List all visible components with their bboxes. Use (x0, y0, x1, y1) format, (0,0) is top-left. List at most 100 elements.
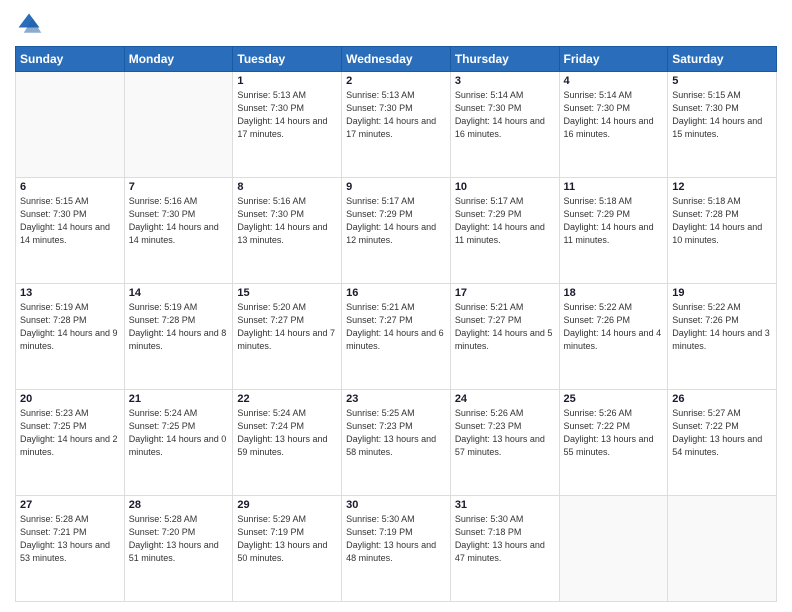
day-info: Sunrise: 5:15 AMSunset: 7:30 PMDaylight:… (672, 89, 772, 141)
calendar-cell: 23 Sunrise: 5:25 AMSunset: 7:23 PMDayligh… (342, 390, 451, 496)
day-number: 14 (129, 287, 229, 299)
calendar-week-row: 20 Sunrise: 5:23 AMSunset: 7:25 PMDayligh… (16, 390, 777, 496)
weekday-header-tuesday: Tuesday (233, 47, 342, 72)
day-info: Sunrise: 5:13 AMSunset: 7:30 PMDaylight:… (237, 89, 337, 141)
day-number: 26 (672, 393, 772, 405)
calendar-cell: 1 Sunrise: 5:13 AMSunset: 7:30 PMDaylight… (233, 72, 342, 178)
day-number: 17 (455, 287, 555, 299)
day-info: Sunrise: 5:16 AMSunset: 7:30 PMDaylight:… (129, 195, 229, 247)
day-number: 1 (237, 75, 337, 87)
day-number: 13 (20, 287, 120, 299)
day-info: Sunrise: 5:18 AMSunset: 7:29 PMDaylight:… (564, 195, 664, 247)
day-info: Sunrise: 5:16 AMSunset: 7:30 PMDaylight:… (237, 195, 337, 247)
day-info: Sunrise: 5:23 AMSunset: 7:25 PMDaylight:… (20, 407, 120, 459)
page: SundayMondayTuesdayWednesdayThursdayFrid… (0, 0, 792, 612)
weekday-header-thursday: Thursday (450, 47, 559, 72)
day-info: Sunrise: 5:24 AMSunset: 7:25 PMDaylight:… (129, 407, 229, 459)
day-info: Sunrise: 5:25 AMSunset: 7:23 PMDaylight:… (346, 407, 446, 459)
calendar-cell: 26 Sunrise: 5:27 AMSunset: 7:22 PMDayligh… (668, 390, 777, 496)
day-number: 10 (455, 181, 555, 193)
calendar-cell: 14 Sunrise: 5:19 AMSunset: 7:28 PMDayligh… (124, 284, 233, 390)
day-number: 20 (20, 393, 120, 405)
calendar-cell: 29 Sunrise: 5:29 AMSunset: 7:19 PMDayligh… (233, 496, 342, 602)
calendar-cell: 31 Sunrise: 5:30 AMSunset: 7:18 PMDayligh… (450, 496, 559, 602)
calendar-cell: 15 Sunrise: 5:20 AMSunset: 7:27 PMDayligh… (233, 284, 342, 390)
day-number: 15 (237, 287, 337, 299)
day-number: 29 (237, 499, 337, 511)
calendar-cell: 11 Sunrise: 5:18 AMSunset: 7:29 PMDayligh… (559, 178, 668, 284)
calendar-cell: 25 Sunrise: 5:26 AMSunset: 7:22 PMDayligh… (559, 390, 668, 496)
day-info: Sunrise: 5:30 AMSunset: 7:18 PMDaylight:… (455, 513, 555, 565)
calendar-table: SundayMondayTuesdayWednesdayThursdayFrid… (15, 46, 777, 602)
header (15, 10, 777, 38)
day-number: 5 (672, 75, 772, 87)
day-info: Sunrise: 5:28 AMSunset: 7:21 PMDaylight:… (20, 513, 120, 565)
calendar-week-row: 13 Sunrise: 5:19 AMSunset: 7:28 PMDayligh… (16, 284, 777, 390)
calendar-week-row: 6 Sunrise: 5:15 AMSunset: 7:30 PMDaylight… (16, 178, 777, 284)
day-info: Sunrise: 5:20 AMSunset: 7:27 PMDaylight:… (237, 301, 337, 353)
day-info: Sunrise: 5:15 AMSunset: 7:30 PMDaylight:… (20, 195, 120, 247)
weekday-header-wednesday: Wednesday (342, 47, 451, 72)
day-info: Sunrise: 5:24 AMSunset: 7:24 PMDaylight:… (237, 407, 337, 459)
day-number: 30 (346, 499, 446, 511)
calendar-cell: 6 Sunrise: 5:15 AMSunset: 7:30 PMDaylight… (16, 178, 125, 284)
day-info: Sunrise: 5:17 AMSunset: 7:29 PMDaylight:… (455, 195, 555, 247)
weekday-header-saturday: Saturday (668, 47, 777, 72)
day-number: 19 (672, 287, 772, 299)
calendar-cell (124, 72, 233, 178)
calendar-cell: 9Sunrise: 5:17 AMSunset: 7:29 PMDaylight… (342, 178, 451, 284)
logo (15, 10, 47, 38)
day-number: 31 (455, 499, 555, 511)
day-info: Sunrise: 5:26 AMSunset: 7:23 PMDaylight:… (455, 407, 555, 459)
day-number: 6 (20, 181, 120, 193)
weekday-header-friday: Friday (559, 47, 668, 72)
calendar-cell: 12Sunrise: 5:18 AMSunset: 7:28 PMDayligh… (668, 178, 777, 284)
day-number: 8 (237, 181, 337, 193)
calendar-cell: 16Sunrise: 5:21 AMSunset: 7:27 PMDayligh… (342, 284, 451, 390)
weekday-header-row: SundayMondayTuesdayWednesdayThursdayFrid… (16, 47, 777, 72)
day-info: Sunrise: 5:28 AMSunset: 7:20 PMDaylight:… (129, 513, 229, 565)
day-number: 28 (129, 499, 229, 511)
day-info: Sunrise: 5:30 AMSunset: 7:19 PMDaylight:… (346, 513, 446, 565)
day-number: 7 (129, 181, 229, 193)
calendar-cell: 19Sunrise: 5:22 AMSunset: 7:26 PMDayligh… (668, 284, 777, 390)
calendar-cell: 2 Sunrise: 5:13 AMSunset: 7:30 PMDaylight… (342, 72, 451, 178)
calendar-cell: 13 Sunrise: 5:19 AMSunset: 7:28 PMDayligh… (16, 284, 125, 390)
calendar-cell (16, 72, 125, 178)
day-info: Sunrise: 5:22 AMSunset: 7:26 PMDaylight:… (564, 301, 664, 353)
day-info: Sunrise: 5:18 AMSunset: 7:28 PMDaylight:… (672, 195, 772, 247)
calendar-cell: 30 Sunrise: 5:30 AMSunset: 7:19 PMDayligh… (342, 496, 451, 602)
day-number: 11 (564, 181, 664, 193)
calendar-cell: 18Sunrise: 5:22 AMSunset: 7:26 PMDayligh… (559, 284, 668, 390)
day-info: Sunrise: 5:19 AMSunset: 7:28 PMDaylight:… (20, 301, 120, 353)
calendar-cell: 22Sunrise: 5:24 AMSunset: 7:24 PMDayligh… (233, 390, 342, 496)
day-number: 4 (564, 75, 664, 87)
day-number: 25 (564, 393, 664, 405)
calendar-cell: 3Sunrise: 5:14 AMSunset: 7:30 PMDaylight… (450, 72, 559, 178)
calendar-cell: 24 Sunrise: 5:26 AMSunset: 7:23 PMDayligh… (450, 390, 559, 496)
day-info: Sunrise: 5:13 AMSunset: 7:30 PMDaylight:… (346, 89, 446, 141)
calendar-cell (559, 496, 668, 602)
day-info: Sunrise: 5:21 AMSunset: 7:27 PMDaylight:… (455, 301, 555, 353)
day-number: 21 (129, 393, 229, 405)
calendar-cell: 4Sunrise: 5:14 AMSunset: 7:30 PMDaylight… (559, 72, 668, 178)
weekday-header-sunday: Sunday (16, 47, 125, 72)
calendar-week-row: 27Sunrise: 5:28 AMSunset: 7:21 PMDayligh… (16, 496, 777, 602)
day-info: Sunrise: 5:26 AMSunset: 7:22 PMDaylight:… (564, 407, 664, 459)
calendar-week-row: 1 Sunrise: 5:13 AMSunset: 7:30 PMDaylight… (16, 72, 777, 178)
day-number: 9 (346, 181, 446, 193)
weekday-header-monday: Monday (124, 47, 233, 72)
day-info: Sunrise: 5:27 AMSunset: 7:22 PMDaylight:… (672, 407, 772, 459)
day-number: 23 (346, 393, 446, 405)
calendar-cell: 27Sunrise: 5:28 AMSunset: 7:21 PMDayligh… (16, 496, 125, 602)
calendar-cell: 8 Sunrise: 5:16 AMSunset: 7:30 PMDaylight… (233, 178, 342, 284)
calendar-cell: 7 Sunrise: 5:16 AMSunset: 7:30 PMDaylight… (124, 178, 233, 284)
logo-icon (15, 10, 43, 38)
day-info: Sunrise: 5:19 AMSunset: 7:28 PMDaylight:… (129, 301, 229, 353)
calendar-cell: 10 Sunrise: 5:17 AMSunset: 7:29 PMDayligh… (450, 178, 559, 284)
day-info: Sunrise: 5:29 AMSunset: 7:19 PMDaylight:… (237, 513, 337, 565)
calendar-cell: 28 Sunrise: 5:28 AMSunset: 7:20 PMDayligh… (124, 496, 233, 602)
day-number: 24 (455, 393, 555, 405)
day-number: 16 (346, 287, 446, 299)
day-number: 2 (346, 75, 446, 87)
